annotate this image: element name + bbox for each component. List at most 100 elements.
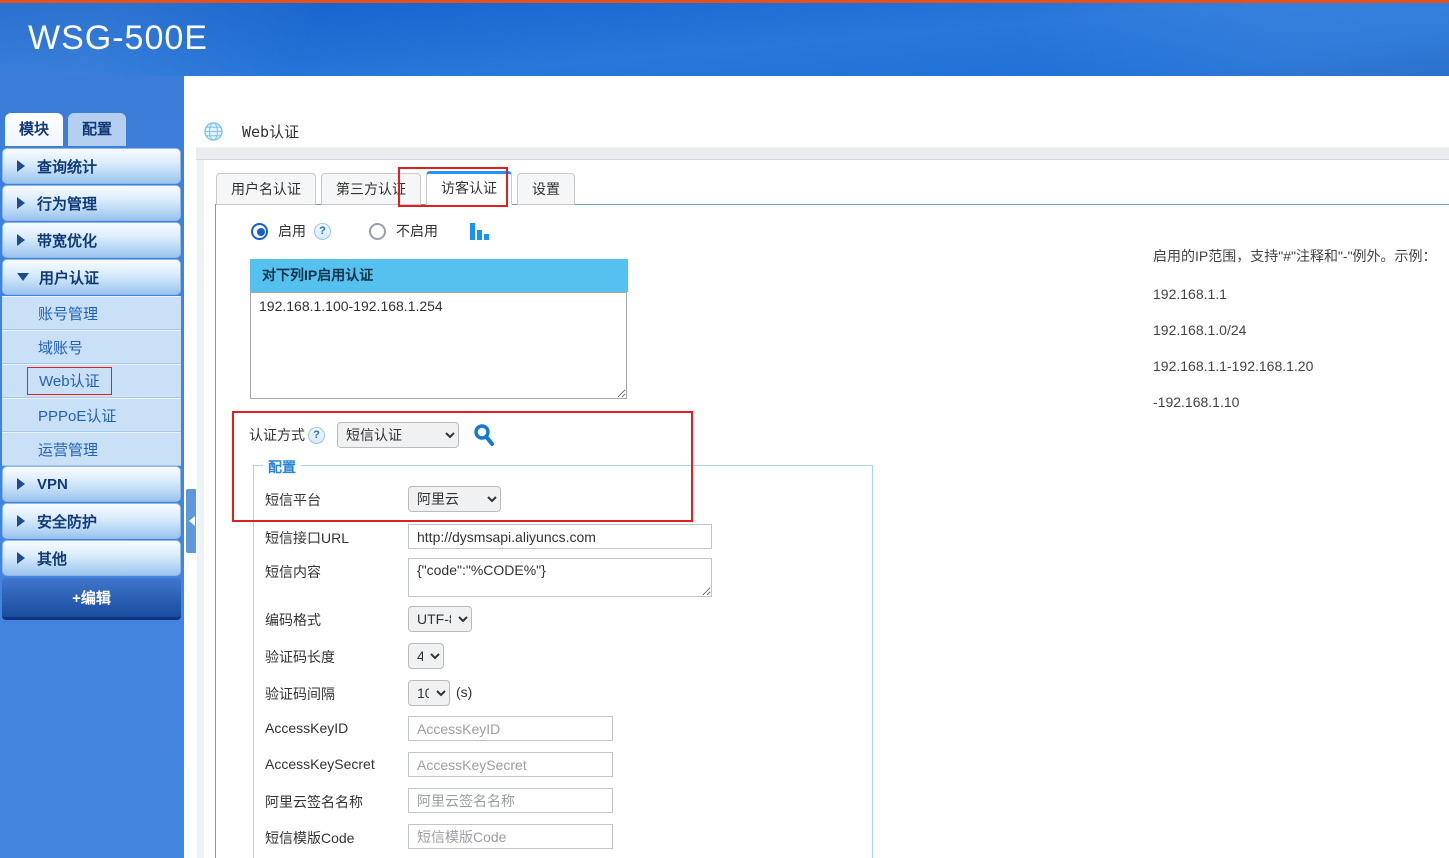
config-row-codelen: 验证码长度4 xyxy=(265,643,444,669)
field-label-akid: AccessKeyID xyxy=(265,716,408,736)
ip-help-example: 192.168.1.1 xyxy=(1153,286,1437,302)
page-title: Web认证 xyxy=(242,121,299,142)
app-window: WSG-500E 模块配置 查询统计行为管理带宽优化用户认证账号管理域账号Web… xyxy=(0,0,1449,858)
encoding-select[interactable]: UTF-8 xyxy=(408,606,472,632)
content-gutter xyxy=(196,147,205,858)
url-input[interactable] xyxy=(408,524,712,549)
config-row-content: 短信内容{"code":"%CODE%"} xyxy=(265,558,712,597)
config-row-template: 短信模版Code xyxy=(265,824,613,849)
field-label-template: 短信模版Code xyxy=(265,824,408,848)
sidebar-group[interactable]: VPN xyxy=(2,466,181,502)
auth-method-row: 认证方式 ? 短信认证 xyxy=(249,422,495,448)
page-tab[interactable]: 第三方认证 xyxy=(321,173,421,205)
ip-range-textarea[interactable]: 192.168.1.100-192.168.1.254 xyxy=(250,292,627,399)
sidebar-menu: 查询统计行为管理带宽优化用户认证账号管理域账号 Web认证 PPPoE认证运营管理 V… xyxy=(2,148,181,620)
sidebar-group-label: 查询统计 xyxy=(37,156,97,177)
config-row-encoding: 编码格式UTF-8 xyxy=(265,606,472,632)
field-label-signname: 阿里云签名名称 xyxy=(265,788,408,812)
enable-radio-group: 启用 ? 不启用 xyxy=(251,221,489,241)
config-row-platform: 短信平台阿里云 xyxy=(265,486,501,512)
sidebar-group-label: 带宽优化 xyxy=(37,230,97,251)
field-label-content: 短信内容 xyxy=(265,558,408,582)
sidebar-item[interactable]: Web认证 xyxy=(2,364,181,398)
page-tab[interactable]: 用户名认证 xyxy=(216,173,316,205)
sidebar-item-label: PPPoE认证 xyxy=(38,405,116,426)
config-row-akid: AccessKeyID xyxy=(265,716,613,741)
sidebar-group[interactable]: 查询统计 xyxy=(2,148,181,184)
collapse-left-icon xyxy=(189,516,195,526)
content-textarea[interactable]: {"code":"%CODE%"} xyxy=(408,558,712,597)
sidebar-group[interactable]: 行为管理 xyxy=(2,185,181,221)
field-label-url: 短信接口URL xyxy=(265,524,408,548)
sidebar-item-label: 运营管理 xyxy=(38,439,98,460)
chevron-right-icon xyxy=(17,478,25,490)
interval-select[interactable]: 10 xyxy=(408,680,450,706)
config-legend: 配置 xyxy=(263,457,301,477)
enable-radio[interactable] xyxy=(251,223,268,240)
sidebar-group-label: 行为管理 xyxy=(37,193,97,214)
toolbar-strip xyxy=(196,147,1449,160)
app-title: WSG-500E xyxy=(28,19,208,58)
config-row-url: 短信接口URL xyxy=(265,524,712,549)
chevron-right-icon xyxy=(17,515,25,527)
chevron-right-icon xyxy=(17,160,25,172)
config-row-aksecret: AccessKeySecret xyxy=(265,752,613,777)
field-suffix: (s) xyxy=(456,680,472,700)
ip-help-title: 启用的IP范围，支持"#"注释和"-"例外。示例： xyxy=(1153,246,1437,266)
sidebar: 模块配置 查询统计行为管理带宽优化用户认证账号管理域账号 Web认证 PPPoE认证… xyxy=(0,76,184,858)
page-title-row: Web认证 xyxy=(204,121,299,142)
config-row-interval: 验证码间隔10 (s) xyxy=(265,680,472,706)
sidebar-group-label: 安全防护 xyxy=(37,511,97,532)
page-tabs: 用户名认证第三方认证访客认证设置 xyxy=(216,171,575,205)
chevron-down-icon xyxy=(17,273,29,281)
sidebar-group[interactable]: 其他 xyxy=(2,540,181,576)
app-header: WSG-500E xyxy=(0,3,1449,76)
sidebar-item-label: 域账号 xyxy=(38,337,83,358)
chevron-right-icon xyxy=(17,234,25,246)
codelen-select[interactable]: 4 xyxy=(408,643,444,669)
field-label-aksecret: AccessKeySecret xyxy=(265,752,408,772)
ip-help-example: 192.168.1.1-192.168.1.20 xyxy=(1153,358,1437,374)
akid-input[interactable] xyxy=(408,716,613,741)
header-decoration xyxy=(0,3,1449,76)
sidebar-tabs: 模块配置 xyxy=(5,113,126,146)
field-label-encoding: 编码格式 xyxy=(265,606,408,630)
sidebar-item[interactable]: 域账号 xyxy=(2,330,181,364)
sidebar-item[interactable]: PPPoE认证 xyxy=(2,398,181,432)
platform-select[interactable]: 阿里云 xyxy=(408,486,501,512)
template-input[interactable] xyxy=(408,824,613,849)
search-icon[interactable] xyxy=(473,423,495,447)
sidebar-group[interactable]: 用户认证 xyxy=(2,259,181,295)
ip-help-example: -192.168.1.10 xyxy=(1153,394,1437,410)
chevron-right-icon xyxy=(17,197,25,209)
sidebar-group[interactable]: 安全防护 xyxy=(2,503,181,539)
sidebar-item-label: 账号管理 xyxy=(38,303,98,324)
sidebar-item[interactable]: 账号管理 xyxy=(2,296,181,330)
disable-radio-label: 不启用 xyxy=(396,221,438,241)
field-label-codelen: 验证码长度 xyxy=(265,643,408,667)
ip-help-examples: 192.168.1.1 192.168.1.0/24 192.168.1.1-192… xyxy=(1153,286,1437,410)
page-tab[interactable]: 访客认证 xyxy=(426,171,512,205)
sidebar-tab-config[interactable]: 配置 xyxy=(68,113,126,146)
sidebar-item[interactable]: 运营管理 xyxy=(2,432,181,466)
field-label-interval: 验证码间隔 xyxy=(265,680,408,704)
stats-chart-icon[interactable] xyxy=(470,223,489,240)
auth-method-help-icon[interactable]: ? xyxy=(308,427,325,444)
enable-radio-label: 启用 xyxy=(278,221,306,241)
config-row-signname: 阿里云签名名称 xyxy=(265,788,613,813)
sidebar-group-label: 用户认证 xyxy=(39,267,99,288)
page-tab[interactable]: 设置 xyxy=(517,173,575,205)
chevron-right-icon xyxy=(17,552,25,564)
globe-icon xyxy=(204,122,223,141)
auth-method-select[interactable]: 短信认证 xyxy=(337,422,459,448)
sidebar-edit-button[interactable]: +编辑 xyxy=(2,578,181,620)
ip-help-example: 192.168.1.0/24 xyxy=(1153,322,1437,338)
sidebar-tab-modules[interactable]: 模块 xyxy=(5,113,63,146)
sidebar-group[interactable]: 带宽优化 xyxy=(2,222,181,258)
disable-radio[interactable] xyxy=(369,223,386,240)
help-question-icon[interactable]: ? xyxy=(314,223,331,240)
aksecret-input[interactable] xyxy=(408,752,613,777)
ip-section-header: 对下列IP启用认证 xyxy=(250,259,628,292)
signname-input[interactable] xyxy=(408,788,613,813)
sidebar-group-label: 其他 xyxy=(37,548,67,569)
